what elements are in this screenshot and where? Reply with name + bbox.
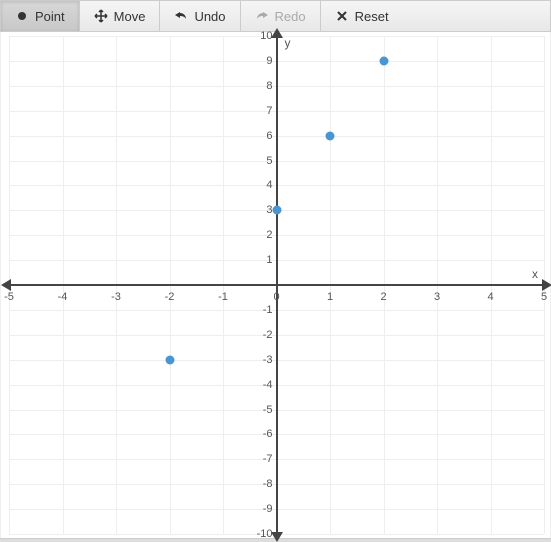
undo-button[interactable]: Undo bbox=[160, 1, 240, 31]
redo-label: Redo bbox=[275, 9, 306, 24]
y-tick-label: -7 bbox=[255, 453, 273, 465]
y-tick-label: -5 bbox=[255, 404, 273, 416]
y-tick-label: 2 bbox=[255, 229, 273, 241]
y-tick-label: -4 bbox=[255, 379, 273, 391]
x-tick-label: -1 bbox=[218, 291, 228, 303]
y-tick-label: 10 bbox=[255, 30, 273, 42]
y-tick-label: -3 bbox=[255, 354, 273, 366]
x-tick-label: 2 bbox=[380, 291, 386, 303]
move-label: Move bbox=[114, 9, 146, 24]
y-axis-label: y bbox=[285, 36, 291, 50]
y-tick-label: -1 bbox=[255, 304, 273, 316]
x-axis-label: x bbox=[532, 267, 538, 281]
point-icon bbox=[15, 9, 29, 23]
data-point[interactable] bbox=[379, 56, 388, 65]
close-icon bbox=[335, 9, 349, 23]
y-tick-label: 6 bbox=[255, 130, 273, 142]
point-label: Point bbox=[35, 9, 65, 24]
y-tick-label: -8 bbox=[255, 478, 273, 490]
x-tick-label: -3 bbox=[111, 291, 121, 303]
y-tick-label: 4 bbox=[255, 179, 273, 191]
point-button[interactable]: Point bbox=[1, 1, 80, 31]
x-tick-label: -4 bbox=[58, 291, 68, 303]
x-tick-label: 4 bbox=[487, 291, 493, 303]
x-axis-arrow-left bbox=[1, 279, 11, 291]
y-tick-label: -9 bbox=[255, 503, 273, 515]
x-tick-label: -5 bbox=[4, 291, 14, 303]
x-tick-label: -2 bbox=[165, 291, 175, 303]
x-axis-arrow-right bbox=[542, 279, 551, 291]
x-tick-label: 1 bbox=[327, 291, 333, 303]
x-tick-label: 3 bbox=[434, 291, 440, 303]
move-button[interactable]: Move bbox=[80, 1, 161, 31]
data-point[interactable] bbox=[326, 131, 335, 140]
y-tick-label: 3 bbox=[255, 204, 273, 216]
x-tick-label: 0 bbox=[273, 291, 279, 303]
undo-icon bbox=[174, 9, 188, 23]
reset-button[interactable]: Reset bbox=[321, 1, 403, 31]
y-tick-label: 7 bbox=[255, 105, 273, 117]
data-point[interactable] bbox=[165, 355, 174, 364]
plot-area[interactable]: -5-4-3-2-1012345-10-9-8-7-6-5-4-3-2-1123… bbox=[0, 32, 551, 538]
y-tick-label: 5 bbox=[255, 155, 273, 167]
reset-label: Reset bbox=[355, 9, 389, 24]
move-icon bbox=[94, 9, 108, 23]
y-tick-label: -6 bbox=[255, 428, 273, 440]
y-tick-label: 1 bbox=[255, 254, 273, 266]
y-axis bbox=[276, 36, 278, 534]
y-tick-label: -10 bbox=[255, 528, 273, 540]
undo-label: Undo bbox=[194, 9, 225, 24]
y-tick-label: 9 bbox=[255, 55, 273, 67]
data-point[interactable] bbox=[272, 206, 281, 215]
y-tick-label: -2 bbox=[255, 329, 273, 341]
redo-icon bbox=[255, 9, 269, 23]
redo-button[interactable]: Redo bbox=[241, 1, 321, 31]
x-tick-label: 5 bbox=[541, 291, 547, 303]
y-tick-label: 8 bbox=[255, 80, 273, 92]
